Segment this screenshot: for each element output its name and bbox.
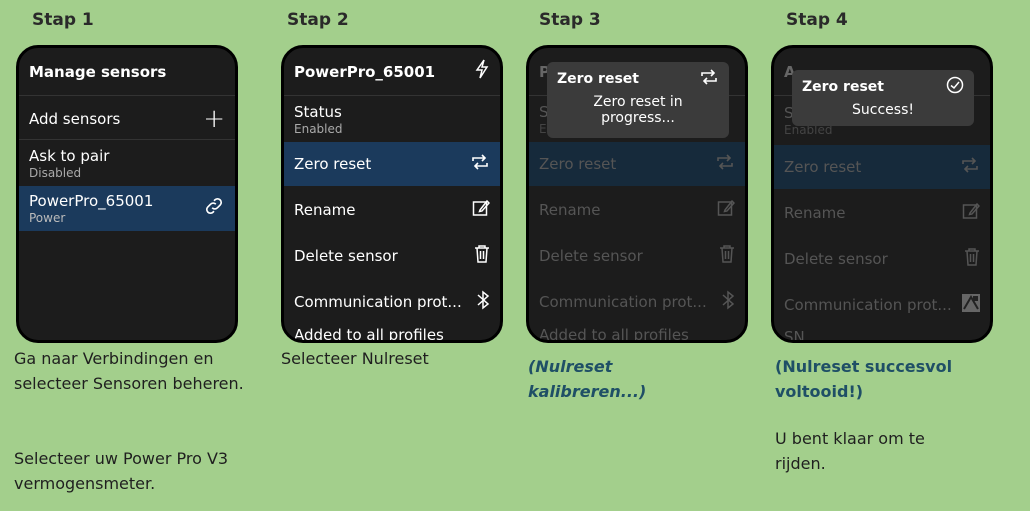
edit-icon [472,199,491,222]
menu-item-label: Rename [784,204,846,222]
reset-arrows-icon [699,68,719,90]
device-screen: P S En Zero reset Rename Delete sensor [526,45,748,343]
link-icon [203,195,225,222]
check-circle-icon [946,76,964,98]
menu-item-sub: Enabled [294,121,343,136]
step-3: Stap 3 P S En Zero reset Rename Delete s… [515,0,760,511]
step-heading: Stap 3 [539,10,601,30]
menu-item-added-to-profiles: Added to all profiles [529,326,745,343]
menu-item-label: Status [294,102,342,121]
popup-message: Zero reset in progress... [593,94,683,126]
device-screen: Manage sensors Add sensors + Ask to pair… [16,45,238,343]
zero-reset-popup: Zero reset Zero reset in progress... [547,62,729,138]
popup-title: Zero reset [802,76,964,98]
menu-item-label: Rename [539,201,601,219]
trash-icon [964,247,980,271]
menu-item-delete-sensor: Delete sensor [529,234,745,278]
menu-item-label: Communication prot... [539,293,707,311]
menu-item-status[interactable]: Status Enabled [284,98,500,140]
menu-item-label: Communication prot... [784,296,952,314]
menu-item-delete-sensor[interactable]: Delete sensor [284,234,500,278]
menu-item-label: Delete sensor [784,250,888,268]
edit-icon [962,202,981,225]
menu-item-label: Rename [294,201,356,219]
menu-item-zero-reset[interactable]: Zero reset [284,142,500,186]
step-heading: Stap 2 [287,10,349,30]
screen-title: Manage sensors [19,48,235,96]
menu-item-label: Zero reset [539,155,617,173]
step-caption-secondary: Selecteer uw Power Pro V3 vermogensmeter… [14,449,229,493]
menu-item-zero-reset: Zero reset [529,142,745,186]
step-2: Stap 2 PowerPro_65001 Status Enabled Zer… [269,0,514,511]
reset-arrows-icon [470,153,490,176]
menu-item-sn: SN [774,328,990,343]
menu-item-sub: Power [29,211,66,225]
menu-item-sub: Disabled [29,165,82,180]
popup-title: Zero reset [557,68,719,90]
menu-item-communication-protocol: Communication prot... [774,283,990,327]
screen-title-text: Manage sensors [29,62,167,81]
lightning-bolt-icon [474,59,490,84]
reset-arrows-icon [715,153,735,176]
screen-title: PowerPro_65001 [284,48,500,96]
menu-item-label: Zero reset [784,158,862,176]
edit-icon [717,199,736,222]
step-heading: Stap 1 [32,10,94,30]
menu-item-label: Communication prot... [294,293,462,311]
device-screen: A S Enabled Zero reset Rename Delete sen… [771,45,993,343]
menu-item-added-to-profiles[interactable]: Added to all profiles [284,326,500,343]
popup-message: Success! [852,102,914,118]
step-caption: (Nulreset succesvol voltooid!) [775,357,953,401]
device-screen: PowerPro_65001 Status Enabled Zero reset… [281,45,503,343]
popup-title-text: Zero reset [557,71,639,87]
menu-item-label: Added to all profiles [294,326,444,343]
menu-item-delete-sensor: Delete sensor [774,237,990,281]
menu-item-powerpro[interactable]: PowerPro_65001 Power [19,186,235,231]
plus-icon: + [203,103,225,134]
menu-item-ask-to-pair[interactable]: Ask to pair Disabled [19,141,235,185]
screen-title-text: PowerPro_65001 [294,62,436,81]
trash-icon [474,244,490,268]
trash-icon [719,244,735,268]
menu-item-rename: Rename [774,191,990,235]
menu-item-communication-protocol: Communication prot... [529,280,745,324]
bluetooth-icon [721,289,735,315]
popup-title-text: Zero reset [802,79,884,95]
step-1: Stap 1 Manage sensors Add sensors + Ask … [14,0,259,511]
step-caption-secondary: U bent klaar om te rijden. [775,429,925,473]
menu-item-label: Delete sensor [294,247,398,265]
menu-item-zero-reset: Zero reset [774,145,990,189]
step-caption: (Nulreset kalibreren...) [528,357,647,401]
step-heading: Stap 4 [786,10,848,30]
ant-plus-icon [962,293,980,317]
menu-item-label: Add sensors [29,109,121,128]
menu-item-add-sensors[interactable]: Add sensors + [19,98,235,140]
menu-item-label: PowerPro_65001 [29,192,154,210]
zero-reset-popup: Zero reset Success! [792,70,974,126]
menu-item-label: Ask to pair [29,146,110,165]
step-caption: Selecteer Nulreset [281,349,429,368]
menu-item-rename: Rename [529,188,745,232]
menu-item-rename[interactable]: Rename [284,188,500,232]
menu-item-label: Delete sensor [539,247,643,265]
step-caption: Ga naar Verbindingen en selecteer Sensor… [14,349,244,393]
step-4: Stap 4 A S Enabled Zero reset Rename Del… [762,0,1007,511]
reset-arrows-icon [960,156,980,179]
bluetooth-icon [476,289,490,315]
menu-item-communication-protocol[interactable]: Communication prot... [284,280,500,324]
menu-item-label: Added to all profiles [539,326,689,343]
menu-item-label: SN [784,328,805,343]
menu-item-label: Zero reset [294,155,372,173]
